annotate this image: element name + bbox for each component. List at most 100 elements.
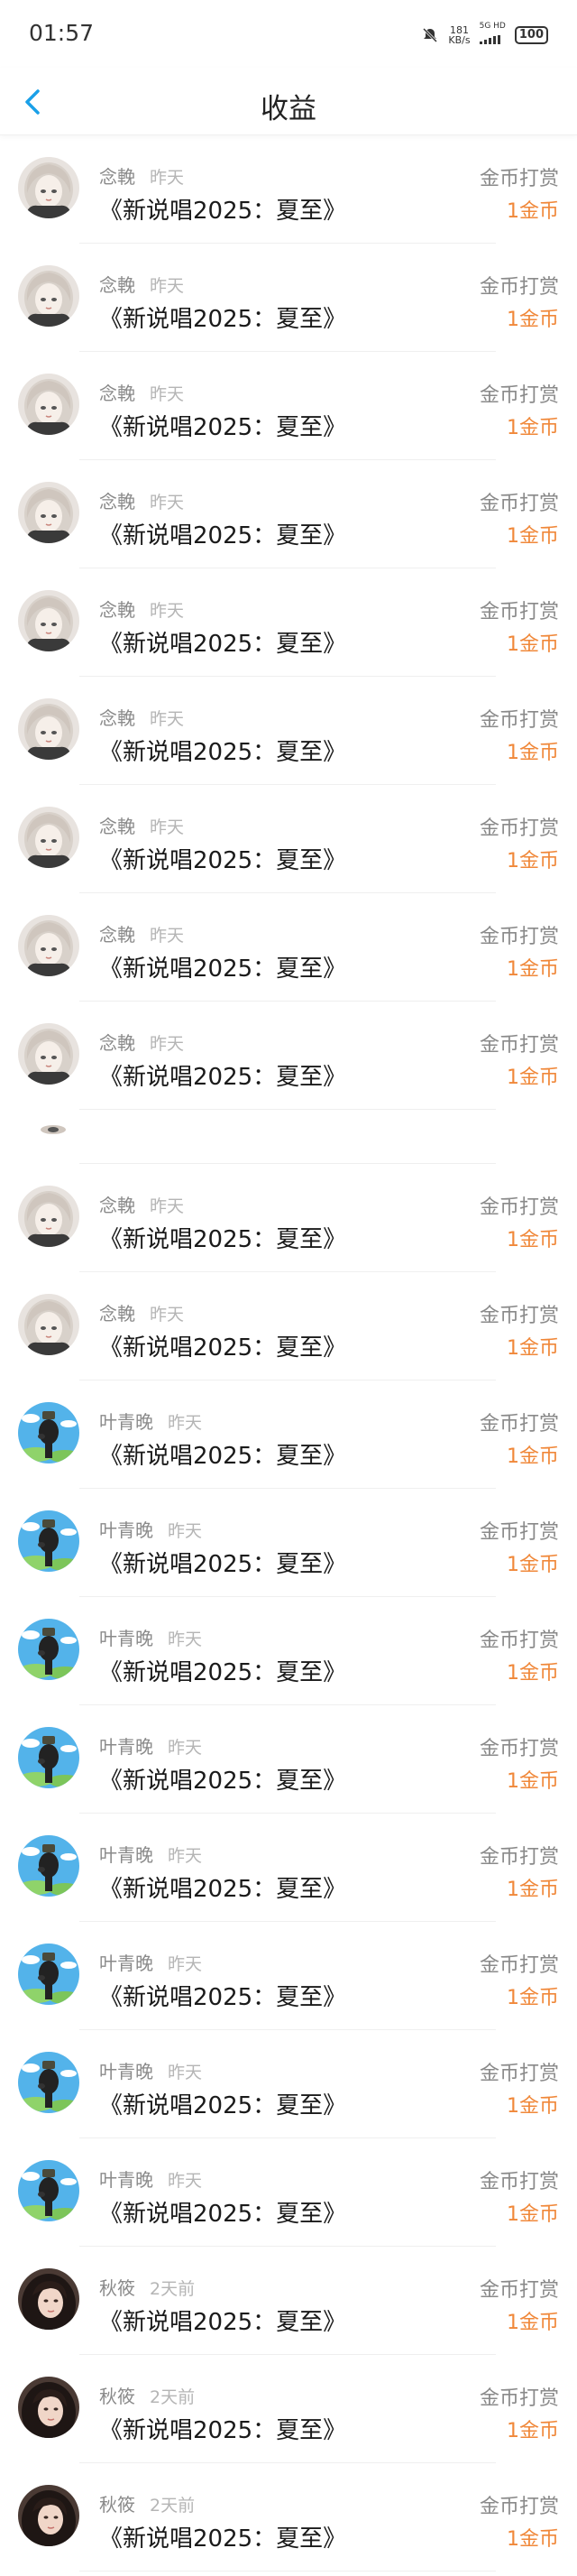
sender-name[interactable]: 叶青晚 <box>99 2169 153 2191</box>
reward-type: 金币打赏 <box>479 1305 559 1327</box>
reward-amount: 1金币 <box>507 958 559 981</box>
reward-amount: 1金币 <box>507 2203 559 2226</box>
timestamp: 昨天 <box>150 168 185 188</box>
anime-girl-avatar[interactable] <box>18 915 79 976</box>
sky-figure-avatar[interactable] <box>18 2052 79 2113</box>
sender-name[interactable]: 叶青晚 <box>99 1628 153 1649</box>
reward-type: 金币打赏 <box>479 2171 559 2193</box>
list-item[interactable]: 念輓 昨天 《新说唱2025：夏至》 金币打赏 1金币 <box>0 568 577 677</box>
list-item[interactable]: 念輓 昨天 《新说唱2025：夏至》 金币打赏 1金币 <box>0 1272 577 1380</box>
sender-name-line: 叶青晚 昨天 <box>99 1624 202 1650</box>
list-item[interactable]: 念輓 昨天 《新说唱2025：夏至》 金币打赏 1金币 <box>0 677 577 785</box>
list-item[interactable]: 念輓 昨天 《新说唱2025：夏至》 金币打赏 1金币 <box>0 135 577 244</box>
reward-type: 金币打赏 <box>479 2496 559 2518</box>
reward-amount: 1金币 <box>507 200 559 223</box>
list-item[interactable]: 念輓 昨天 《新说唱2025：夏至》 金币打赏 1金币 <box>0 1164 577 1272</box>
photo-girl-avatar[interactable] <box>18 2268 79 2330</box>
list-item[interactable]: 叶青晚 昨天 《新说唱2025：夏至》 金币打赏 1金币 <box>0 1814 577 1922</box>
timestamp: 昨天 <box>168 2171 203 2191</box>
sender-name[interactable]: 叶青晚 <box>99 1519 153 1541</box>
anime-girl-avatar[interactable] <box>18 807 79 868</box>
sender-name[interactable]: 念輓 <box>99 816 135 837</box>
list-item[interactable]: 叶青晚 昨天 《新说唱2025：夏至》 金币打赏 1金币 <box>0 1489 577 1597</box>
anime-girl-avatar[interactable] <box>18 265 79 327</box>
list-item[interactable]: 念輓 昨天 《新说唱2025：夏至》 金币打赏 1金币 <box>0 785 577 893</box>
work-title: 《新说唱2025：夏至》 <box>99 522 347 549</box>
list-item[interactable]: 念輓 昨天 《新说唱2025：夏至》 金币打赏 1金币 <box>0 893 577 1002</box>
sender-name[interactable]: 念輓 <box>99 274 135 296</box>
work-title: 《新说唱2025：夏至》 <box>99 1984 347 2011</box>
sender-name-line: 叶青晚 昨天 <box>99 1841 202 1867</box>
sky-figure-avatar[interactable] <box>18 1727 79 1788</box>
reward-amount: 1金币 <box>507 2528 559 2551</box>
list-item[interactable]: 叶青晚 昨天 《新说唱2025：夏至》 金币打赏 1金币 <box>0 1380 577 1489</box>
anime-girl-avatar[interactable] <box>18 698 79 760</box>
photo-girl-avatar[interactable] <box>18 2485 79 2546</box>
anime-girl-avatar[interactable] <box>18 482 79 543</box>
reward-type: 金币打赏 <box>479 2279 559 2302</box>
sky-figure-avatar[interactable] <box>18 1402 79 1463</box>
signal-bars-icon <box>479 35 500 44</box>
reward-amount: 1金币 <box>507 1987 559 2009</box>
list-item[interactable]: 念輓 昨天 《新说唱2025：夏至》 金币打赏 1金币 <box>0 1002 577 1110</box>
reward-amount: 1金币 <box>507 1879 559 1901</box>
list-item[interactable]: 秋筱 2天前 《新说唱2025：夏至》 金币打赏 1金币 <box>0 2247 577 2355</box>
sky-figure-avatar[interactable] <box>18 1835 79 1897</box>
reward-type: 金币打赏 <box>479 1738 559 1760</box>
list-item[interactable]: 叶青晚 昨天 《新说唱2025：夏至》 金币打赏 1金币 <box>0 1597 577 1705</box>
sky-figure-avatar[interactable] <box>18 1619 79 1680</box>
work-title: 《新说唱2025：夏至》 <box>99 414 347 441</box>
sender-name-line: 念輓 昨天 <box>99 704 184 730</box>
list-item[interactable]: 念輓 昨天 《新说唱2025：夏至》 金币打赏 1金币 <box>0 244 577 352</box>
reward-type: 金币打赏 <box>479 1196 559 1219</box>
status-bar: 01:57 181 KB/s 5G HD 100 <box>0 0 577 68</box>
anime-girl-avatar[interactable] <box>18 1186 79 1247</box>
sender-name-line: 念輓 昨天 <box>99 920 184 946</box>
sender-name[interactable]: 叶青晚 <box>99 1736 153 1758</box>
sky-figure-avatar[interactable] <box>18 2160 79 2221</box>
sender-name[interactable]: 念輓 <box>99 383 135 404</box>
list-item[interactable]: 念輓 昨天 《新说唱2025：夏至》 金币打赏 1金币 <box>0 460 577 568</box>
network-speed: 181 KB/s <box>448 23 471 46</box>
sender-name[interactable]: 念輓 <box>99 1195 135 1216</box>
anime-girl-avatar[interactable] <box>18 1294 79 1355</box>
sender-name[interactable]: 念輓 <box>99 599 135 621</box>
list-item[interactable]: 叶青晚 昨天《新说唱2025：夏至》 金币打赏 1金币 <box>0 2138 577 2247</box>
sender-name[interactable]: 叶青晚 <box>99 1844 153 1866</box>
anime-girl-avatar[interactable] <box>18 157 79 218</box>
sender-name[interactable]: 念輓 <box>99 924 135 946</box>
work-title: 《新说唱2025：夏至》 <box>99 2525 347 2553</box>
sender-name[interactable]: 念輓 <box>99 166 135 188</box>
list-item[interactable]: 念輓 昨天 《新说唱2025：夏至》 金币打赏 1金币 <box>0 352 577 460</box>
sender-name[interactable]: 念輓 <box>99 1303 135 1325</box>
sender-name[interactable]: 念輓 <box>99 707 135 729</box>
list-item[interactable]: 叶青晚 昨天 《新说唱2025：夏至》 金币打赏 1金币 <box>0 1705 577 1814</box>
list-item[interactable]: 秋筱 2天前 《新说唱2025：夏至》 金币打赏 1金币 <box>0 2355 577 2463</box>
sender-name-line: 叶青晚 昨天 <box>99 2165 202 2192</box>
reward-amount: 1金币 <box>507 1066 559 1089</box>
sender-name[interactable]: 秋筱 <box>99 2277 135 2299</box>
sender-name[interactable]: 秋筱 <box>99 2386 135 2407</box>
mute-bell-icon <box>423 27 438 42</box>
sender-name[interactable]: 念輓 <box>99 491 135 512</box>
work-title: 《新说唱2025：夏至》 <box>99 1226 347 1253</box>
anime-girl-avatar[interactable] <box>18 590 79 651</box>
sender-name-line: 念輓 昨天 <box>99 596 184 622</box>
reward-type: 金币打赏 <box>479 384 559 407</box>
anime-girl-avatar[interactable] <box>18 1023 79 1085</box>
anime-girl-avatar[interactable] <box>18 374 79 435</box>
sender-name[interactable]: 秋筱 <box>99 2494 135 2516</box>
work-title: 《新说唱2025：夏至》 <box>99 306 347 333</box>
sender-name[interactable]: 叶青晚 <box>99 1411 153 1433</box>
sender-name[interactable]: 叶青晚 <box>99 2061 153 2082</box>
sky-figure-avatar[interactable] <box>18 1944 79 2005</box>
sky-figure-avatar[interactable] <box>18 1510 79 1572</box>
work-title: 《新说唱2025：夏至》 <box>99 2201 347 2228</box>
photo-girl-avatar[interactable] <box>18 2377 79 2438</box>
list-item[interactable]: 秋筱 2天前 《新说唱2025：夏至》 金币打赏 1金币 <box>0 2463 577 2571</box>
list-item[interactable]: 叶青晚 昨天 《新说唱2025：夏至》 金币打赏 1金币 <box>0 1922 577 2030</box>
sender-name[interactable]: 念輓 <box>99 1032 135 1054</box>
sender-name[interactable]: 叶青晚 <box>99 1953 153 1974</box>
list-item[interactable]: 叶青晚 昨天 《新说唱2025：夏至》 金币打赏 1金币 <box>0 2030 577 2138</box>
work-title: 《新说唱2025：夏至》 <box>99 1876 347 1903</box>
